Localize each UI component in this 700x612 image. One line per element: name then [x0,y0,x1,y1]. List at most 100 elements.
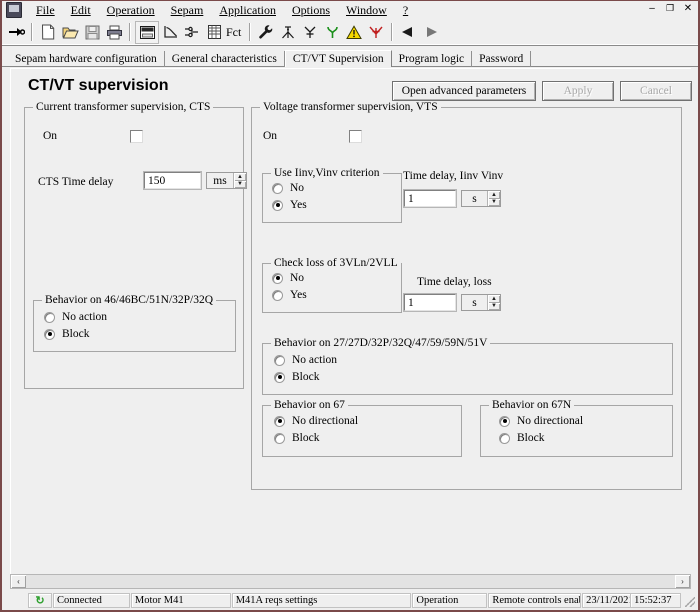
resize-grip-icon[interactable] [682,594,696,608]
radio-icon [274,432,285,444]
menu-item-edit[interactable]: Edit [63,2,99,19]
menu-item-help[interactable]: ? [395,2,416,19]
wrench-icon[interactable] [255,22,277,43]
save-disk-icon[interactable] [81,22,103,43]
measurement-icon[interactable] [277,22,299,43]
next-arrow-icon[interactable] [419,22,441,43]
vts-time-delay-iinv-spinner[interactable]: ▲ ▼ [487,191,500,206]
vts-group-legend: Voltage transformer supervision, VTS [260,101,441,113]
tab-sepam-hardware-configuration[interactable]: Sepam hardware configuration [8,51,165,67]
new-document-icon[interactable] [37,22,59,43]
tab-general-characteristics[interactable]: General characteristics [165,51,285,67]
vts-check-loss-legend: Check loss of 3VLn/2VLL [271,257,401,269]
cts-time-delay-spinner[interactable]: ▲ ▼ [233,173,246,188]
radio-icon [274,415,285,427]
phasor-icon[interactable] [365,22,387,43]
vts-check-loss-option-no[interactable]: No [272,272,304,284]
menu-item-window[interactable]: Window [338,2,395,19]
toolbar-fct-label: Fct [226,24,242,39]
vts-time-delay-loss-spinner[interactable]: ▲ ▼ [487,295,500,310]
matrix-table-icon[interactable] [203,22,225,43]
cts-behavior-option-no-action[interactable]: No action [44,311,107,323]
vts-on-checkbox[interactable] [349,130,362,143]
menu-label-options: Options [291,2,330,17]
toolbar: Fct [2,19,698,46]
application-window: File Edit Operation Sepam Application Op… [0,0,700,612]
radio-icon [499,415,510,427]
spinner-down-icon[interactable]: ▼ [488,302,500,310]
vts-behavior-67n-group: Behavior on 67N No directional Block [480,399,673,457]
restore-icon[interactable]: ❐ [662,2,678,16]
menu-label-edit: Edit [70,2,91,17]
previous-arrow-icon[interactable] [397,22,419,43]
print-icon[interactable] [103,22,125,43]
hardware-config-icon[interactable] [135,20,159,44]
cancel-button[interactable]: Cancel [620,81,692,101]
vts-time-delay-loss-input[interactable]: 1 [403,293,457,312]
menu-item-application[interactable]: Application [211,2,284,19]
scrollbar-track[interactable] [26,575,675,588]
close-icon[interactable]: ✕ [680,2,696,16]
spinner-up-icon[interactable]: ▲ [488,295,500,303]
tab-label: Program logic [398,53,465,65]
network-icon[interactable] [321,22,343,43]
option-label: Block [292,371,320,383]
menu-item-operation[interactable]: Operation [99,2,163,19]
cts-on-checkbox[interactable] [130,130,143,143]
open-advanced-parameters-button[interactable]: Open advanced parameters [392,81,536,101]
minimize-icon[interactable]: – [644,2,660,16]
spinner-down-icon[interactable]: ▼ [488,198,500,206]
cts-behavior-legend: Behavior on 46/46BC/51N/32P/32Q [42,294,217,306]
option-label: No directional [292,415,359,427]
toolbar-separator-4 [391,23,394,41]
tripping-context-icon[interactable] [299,22,321,43]
warning-icon[interactable] [343,22,365,43]
tab-ct-vt-supervision[interactable]: CT/VT Supervision [284,50,392,67]
vts-group: Voltage transformer supervision, VTS On … [251,101,682,490]
vts-behavior-main-option-block[interactable]: Block [274,371,319,383]
spinner-down-icon[interactable]: ▼ [234,180,246,188]
status-connection: Connected [52,593,130,608]
characteristics-curve-icon[interactable] [159,22,181,43]
scroll-right-arrow-icon[interactable]: › [675,575,690,588]
menu-label-application: Application [219,2,276,17]
connect-icon[interactable] [5,22,27,43]
vts-behavior-67n-legend: Behavior on 67N [489,399,575,411]
toolbar-separator-2 [129,23,131,41]
vts-criterion-legend: Use Iinv,Vinv criterion [271,167,383,179]
connection-refresh-icon[interactable]: ↻ [28,593,52,608]
spinner-up-icon[interactable]: ▲ [234,173,246,181]
vts-time-delay-iinv-unit[interactable]: s ▲ ▼ [461,190,501,207]
option-label: Yes [290,289,307,301]
scroll-left-arrow-icon[interactable]: ‹ [11,575,26,588]
vts-behavior-main-option-no-action[interactable]: No action [274,354,337,366]
open-folder-icon[interactable] [59,22,81,43]
spinner-up-icon[interactable]: ▲ [488,191,500,199]
application-icon [6,2,22,18]
cts-time-delay-unit[interactable]: ms ▲ ▼ [206,172,247,189]
vts-check-loss-option-yes[interactable]: Yes [272,289,307,301]
radio-icon [44,328,55,340]
menu-item-file[interactable]: File [28,2,63,19]
apply-button[interactable]: Apply [542,81,614,101]
cts-behavior-option-block[interactable]: Block [44,328,89,340]
vts-time-delay-loss-unit[interactable]: s ▲ ▼ [461,294,501,311]
vts-behavior-67-option-block[interactable]: Block [274,432,319,444]
program-logic-icon[interactable] [181,22,203,43]
vts-criterion-option-no[interactable]: No [272,182,304,194]
vts-time-delay-iinv-input[interactable]: 1 [403,189,457,208]
tab-program-logic[interactable]: Program logic [392,51,473,67]
cts-on-label: On [43,130,58,142]
cts-time-delay-input[interactable]: 150 [143,171,202,190]
vts-behavior-67-option-no-directional[interactable]: No directional [274,415,358,427]
page-title: CT/VT supervision [28,77,169,94]
option-label: Block [517,432,545,444]
menu-item-sepam[interactable]: Sepam [163,2,212,19]
status-remote-controls: Remote controls enab [488,593,582,608]
tab-password[interactable]: Password [472,51,532,67]
vts-behavior-67n-option-block[interactable]: Block [499,432,544,444]
vts-criterion-option-yes[interactable]: Yes [272,199,307,211]
vts-behavior-67n-option-no-directional[interactable]: No directional [499,415,583,427]
horizontal-scrollbar[interactable]: ‹ › [10,574,691,589]
menu-item-options[interactable]: Options [284,2,338,19]
